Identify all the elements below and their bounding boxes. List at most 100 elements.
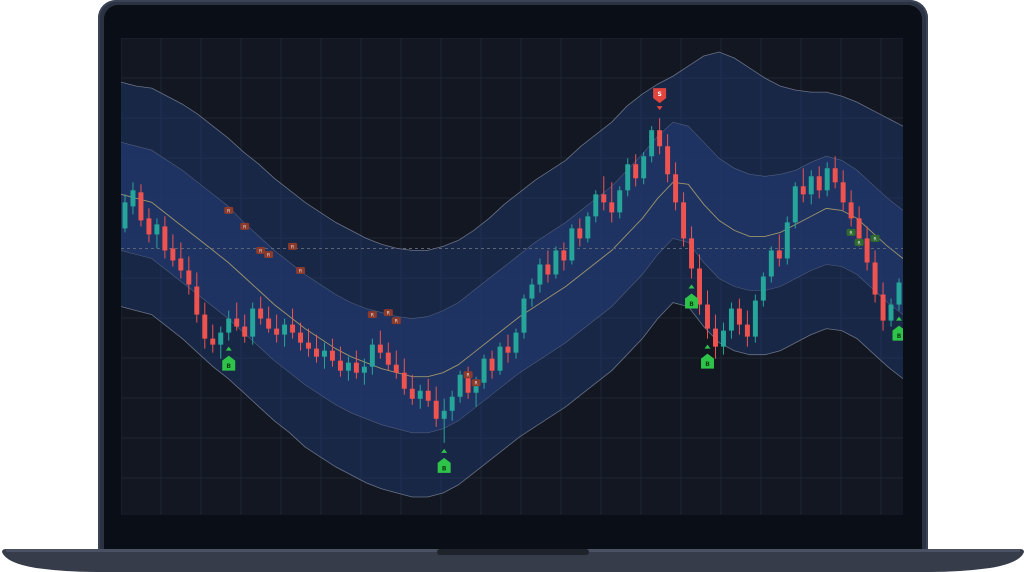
warn-tag: R xyxy=(224,206,234,214)
candle-body xyxy=(888,304,894,321)
volatility-bands xyxy=(121,51,903,498)
tag-label: R xyxy=(850,230,853,236)
candle-body xyxy=(345,362,351,371)
candle-body xyxy=(808,176,814,195)
candle-body xyxy=(322,350,327,357)
candle-body xyxy=(194,286,200,315)
laptop-notch xyxy=(437,549,589,555)
candle-body xyxy=(856,218,862,239)
candle-body xyxy=(505,346,511,353)
warn-tag: R xyxy=(240,222,250,230)
candle-body xyxy=(649,130,655,157)
buy-arrow-icon xyxy=(704,344,711,349)
warn-tag: R xyxy=(296,266,306,274)
candle-body xyxy=(385,352,391,365)
candle-body xyxy=(824,168,830,191)
candle-body xyxy=(250,308,256,337)
candle-body xyxy=(130,190,136,207)
ok-tag: R xyxy=(846,228,856,236)
candle-body xyxy=(840,182,846,203)
candle-body xyxy=(776,250,782,259)
warn-tag: R xyxy=(383,309,393,317)
candle-body xyxy=(146,218,152,235)
tag-label: R xyxy=(371,313,374,319)
candle-body xyxy=(449,396,455,411)
candle-body xyxy=(816,176,822,191)
tag-label: R xyxy=(259,248,262,254)
candle-body xyxy=(409,388,415,399)
candle-body xyxy=(369,344,375,367)
candle-body xyxy=(314,348,319,357)
candle-body xyxy=(154,224,160,235)
candle-body xyxy=(170,248,176,261)
candle-body xyxy=(282,324,288,335)
candle-body xyxy=(625,164,631,191)
candle-body xyxy=(210,338,216,345)
candle-body xyxy=(784,222,790,259)
candle-body xyxy=(864,238,870,263)
candle-body xyxy=(497,346,503,371)
candle-body xyxy=(417,390,423,399)
candle-body xyxy=(705,304,710,329)
candle-body xyxy=(792,186,798,223)
tag-label: R xyxy=(291,244,294,250)
candlestick-chart: RRRRRRR RRRRRRR BBSBBB xyxy=(121,38,903,515)
candle-body xyxy=(537,264,543,285)
candle-body xyxy=(593,194,599,217)
tag-label: R xyxy=(475,381,478,387)
tag-label: R xyxy=(227,208,230,214)
candle-body xyxy=(744,324,750,337)
candle-body xyxy=(872,262,878,295)
candle-body xyxy=(800,186,806,195)
warn-tag: R xyxy=(264,250,274,258)
candle-body xyxy=(202,314,208,339)
candle-body xyxy=(545,264,551,275)
buy-signal: B xyxy=(701,344,714,369)
warn-tag: R xyxy=(256,246,266,254)
candle-body xyxy=(689,238,695,269)
buy-label: B xyxy=(689,301,694,308)
tag-label: R xyxy=(299,268,302,274)
buy-label: B xyxy=(442,465,447,472)
candle xyxy=(497,342,503,375)
candle-body xyxy=(226,318,232,333)
candle-body xyxy=(433,400,439,419)
candle-body xyxy=(577,228,583,239)
candle xyxy=(784,216,790,265)
candle-body xyxy=(401,372,407,389)
ok-tag: R xyxy=(870,234,880,242)
buy-label: B xyxy=(705,361,710,368)
candle-body xyxy=(329,350,335,361)
candle-body xyxy=(457,374,463,397)
warn-tag: R xyxy=(471,379,481,387)
candle-body xyxy=(393,364,399,373)
candle-body xyxy=(337,360,343,371)
chart-screen: RRRRRRRRRRRRRR BBSBBB xyxy=(121,38,903,515)
candle-body xyxy=(529,284,535,299)
sell-label: S xyxy=(657,91,661,98)
candle-body xyxy=(641,156,647,179)
candle-body xyxy=(880,294,886,321)
candle-body xyxy=(162,226,168,251)
candle-body xyxy=(760,276,766,301)
candle-body xyxy=(720,330,726,347)
candle-body xyxy=(138,192,144,221)
candle xyxy=(792,182,798,229)
candle-body xyxy=(306,342,311,349)
candle-body xyxy=(633,164,639,179)
candle-body xyxy=(752,300,758,337)
candle-body xyxy=(569,228,575,261)
candle-body xyxy=(242,326,248,337)
candle xyxy=(585,212,591,243)
candle-body xyxy=(274,328,280,335)
candle-body xyxy=(728,308,734,331)
candle-body xyxy=(425,390,431,401)
warn-tag: R xyxy=(463,371,473,379)
candle-body xyxy=(617,190,623,213)
candle xyxy=(521,294,527,339)
candle-body xyxy=(186,270,192,285)
tag-label: R xyxy=(858,240,861,246)
candle-body xyxy=(736,308,742,325)
tag-label: R xyxy=(387,311,390,317)
candle-body xyxy=(561,250,567,261)
